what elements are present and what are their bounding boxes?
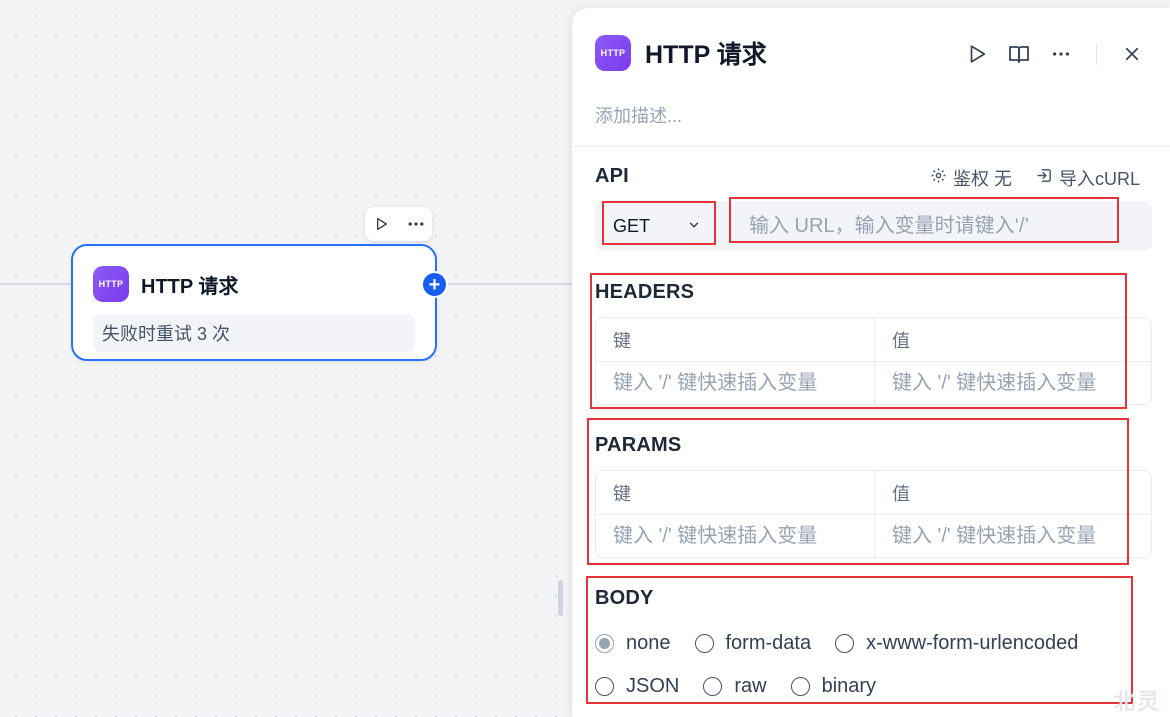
value-column-header: 值: [874, 471, 1151, 514]
node-config-panel: HTTP HTTP 请求 添加描述... API 鉴权 无 导入cURL GET…: [572, 8, 1170, 717]
params-table: 键 值: [595, 470, 1152, 558]
key-cell: [596, 362, 874, 404]
import-curl-label: 导入cURL: [1058, 169, 1140, 189]
table-header-row: 键 值: [596, 471, 1151, 514]
more-icon[interactable]: [406, 211, 426, 237]
panel-header: HTTP HTTP 请求: [595, 35, 767, 71]
body-type-radio-group-row2: JSON raw binary: [595, 675, 900, 698]
body-label: BODY: [595, 587, 654, 609]
radio-json[interactable]: JSON: [595, 675, 679, 698]
http-badge-icon: HTTP: [595, 35, 631, 71]
header-key-input[interactable]: [613, 371, 874, 395]
api-label: API: [595, 165, 629, 187]
http-request-node[interactable]: HTTP HTTP 请求 失败时重试 3 次: [71, 244, 437, 361]
method-select[interactable]: GET: [603, 209, 709, 243]
key-cell: [596, 515, 874, 557]
description-input[interactable]: 添加描述...: [595, 102, 682, 128]
headers-table: 键 值: [595, 317, 1152, 405]
play-icon[interactable]: [964, 41, 990, 67]
watermark: 北灵: [1113, 689, 1162, 714]
chevron-down-icon: [687, 216, 701, 237]
radio-binary[interactable]: binary: [790, 675, 877, 698]
radio-label: form-data: [725, 632, 812, 654]
node-toolbar: [365, 207, 432, 241]
param-value-input[interactable]: [892, 524, 1151, 548]
body-type-radio-group: none form-data x-www-form-urlencoded: [595, 632, 1102, 655]
play-icon[interactable]: [371, 211, 390, 237]
radio-label: none: [626, 632, 671, 654]
panel-resize-handle[interactable]: [558, 580, 563, 616]
radio-label: JSON: [626, 675, 680, 697]
radio-unchecked-icon: [790, 677, 810, 696]
param-key-input[interactable]: [613, 524, 874, 548]
auth-label: 鉴权 无: [952, 169, 1012, 189]
radio-label: binary: [821, 675, 877, 697]
import-curl-button[interactable]: 导入cURL: [1036, 165, 1140, 191]
edge-line-left: [0, 283, 72, 285]
table-header-row: 键 值: [596, 318, 1151, 361]
radio-unchecked-icon: [835, 634, 855, 653]
value-cell: [874, 515, 1151, 557]
params-label: PARAMS: [595, 434, 682, 456]
more-icon[interactable]: [1048, 41, 1074, 67]
edge-line-right: [444, 283, 572, 285]
gear-icon: [930, 167, 947, 189]
import-icon: [1036, 167, 1053, 189]
method-value: GET: [613, 215, 651, 236]
panel-title: HTTP 请求: [645, 41, 767, 69]
value-cell: [874, 362, 1151, 404]
node-header: HTTP HTTP 请求: [93, 266, 238, 302]
book-icon[interactable]: [1006, 41, 1032, 67]
add-node-icon[interactable]: +: [421, 271, 448, 298]
url-bar: GET: [595, 201, 1152, 251]
radio-unchecked-icon: [595, 677, 614, 696]
radio-checked-icon: [595, 634, 614, 653]
http-badge-icon: HTTP: [93, 266, 129, 302]
radio-label: x-www-form-urlencoded: [866, 632, 1079, 654]
radio-x-www-form-urlencoded[interactable]: x-www-form-urlencoded: [835, 632, 1078, 655]
key-column-header: 键: [613, 483, 631, 504]
panel-header-actions: [964, 41, 1145, 67]
radio-unchecked-icon: [694, 634, 714, 653]
header-value-input[interactable]: [892, 371, 1151, 395]
node-title: HTTP 请求: [141, 275, 239, 298]
value-column-header: 值: [874, 318, 1151, 361]
headers-label: HEADERS: [595, 281, 695, 303]
table-row: [596, 514, 1151, 557]
radio-unchecked-icon: [703, 677, 723, 696]
auth-button[interactable]: 鉴权 无: [930, 165, 1012, 191]
close-icon[interactable]: [1119, 41, 1145, 67]
key-column-header: 键: [613, 330, 631, 351]
radio-none[interactable]: none: [595, 632, 671, 655]
retry-info: 失败时重试 3 次: [93, 314, 415, 352]
radio-raw[interactable]: raw: [703, 675, 767, 698]
api-tools: 鉴权 无 导入cURL: [930, 165, 1140, 191]
url-input[interactable]: [729, 207, 1109, 245]
section-divider: [572, 146, 1170, 147]
radio-form-data[interactable]: form-data: [694, 632, 812, 655]
table-row: [596, 361, 1151, 404]
header-divider: [1096, 43, 1097, 65]
radio-label: raw: [734, 675, 767, 697]
